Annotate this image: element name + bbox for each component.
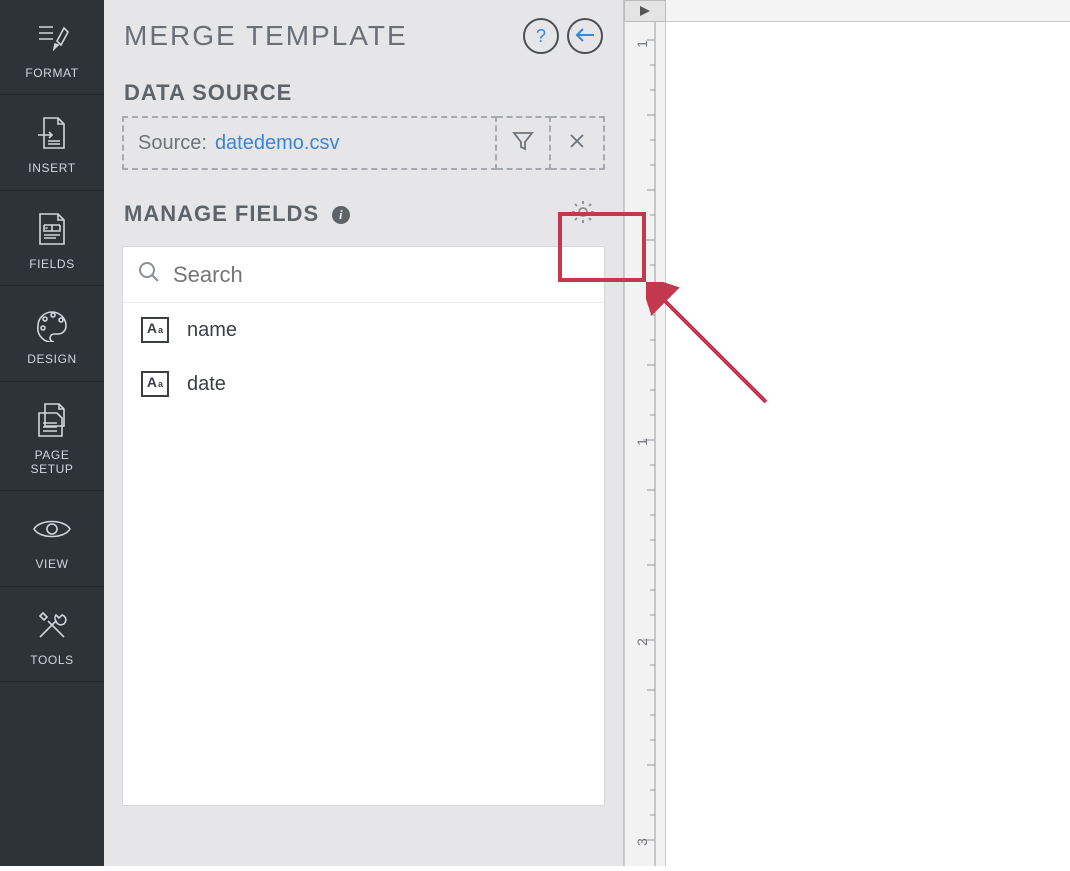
vertical-ruler [624, 0, 666, 866]
sidebar-label: VIEW [35, 557, 68, 571]
sidebar-item-fields[interactable]: FIELDS [0, 191, 104, 286]
ruler-mark: 2 [634, 638, 650, 646]
fields-card: Aa name Aa date [122, 246, 605, 806]
filter-icon [512, 130, 534, 157]
data-source-heading: DATA SOURCE [104, 72, 623, 116]
field-item[interactable]: Aa name [123, 303, 604, 357]
page-setup-icon [32, 400, 72, 440]
text-field-icon: Aa [141, 317, 169, 343]
field-label: name [187, 319, 237, 342]
search-icon [137, 260, 161, 289]
field-item[interactable]: Aa date [123, 357, 604, 411]
sidebar-label: FIELDS [29, 257, 75, 271]
tools-icon [32, 605, 72, 645]
search-row [123, 247, 604, 303]
close-icon [568, 132, 586, 155]
help-button[interactable]: ? [523, 18, 559, 54]
design-icon [32, 304, 72, 344]
field-label: date [187, 373, 226, 396]
ruler-mark: 1 [634, 438, 650, 446]
fields-search-input[interactable] [173, 262, 590, 288]
sidebar-item-view[interactable]: VIEW [0, 491, 104, 586]
view-icon [32, 509, 72, 549]
sidebar-label: DESIGN [27, 352, 77, 366]
back-arrow-icon [575, 26, 595, 47]
data-source-box[interactable]: Source: datedemo.csv [122, 116, 497, 170]
panel-title: MERGE TEMPLATE [124, 20, 515, 52]
manage-fields-heading: MANAGE FIELDS i [124, 201, 561, 227]
merge-template-panel: MERGE TEMPLATE ? DATA SOURCE Source: dat… [104, 0, 624, 866]
sidebar-item-tools[interactable]: TOOLS [0, 587, 104, 682]
source-label: Source: [138, 132, 207, 155]
sidebar-item-format[interactable]: FORMAT [0, 0, 104, 95]
help-icon: ? [536, 26, 546, 47]
clear-source-button[interactable] [551, 116, 605, 170]
data-source-row: Source: datedemo.csv [122, 116, 605, 170]
insert-icon [32, 113, 72, 153]
fields-icon [32, 209, 72, 249]
annotation-arrow [646, 282, 786, 422]
filter-source-button[interactable] [497, 116, 551, 170]
source-filename[interactable]: datedemo.csv [215, 132, 340, 155]
format-icon [32, 18, 72, 58]
horizontal-ruler [666, 0, 1070, 22]
text-field-icon: Aa [141, 371, 169, 397]
ruler-corner [624, 0, 666, 22]
info-icon[interactable]: i [332, 206, 350, 224]
manage-fields-text: MANAGE FIELDS [124, 201, 319, 226]
sidebar-label: FORMAT [25, 66, 78, 80]
sidebar-item-page-setup[interactable]: PAGE SETUP [0, 382, 104, 492]
sidebar-label: INSERT [28, 161, 75, 175]
manage-fields-settings-button[interactable] [561, 192, 605, 236]
ruler-mark: 3 [634, 838, 650, 846]
sidebar-item-insert[interactable]: INSERT [0, 95, 104, 190]
gear-icon [570, 199, 596, 230]
left-sidebar: FORMAT INSERT FIELDS [0, 0, 104, 866]
sidebar-label: TOOLS [30, 653, 73, 667]
ruler-mark: 1 [634, 40, 650, 48]
sidebar-item-design[interactable]: DESIGN [0, 286, 104, 381]
back-button[interactable] [567, 18, 603, 54]
sidebar-label: PAGE SETUP [30, 448, 73, 477]
